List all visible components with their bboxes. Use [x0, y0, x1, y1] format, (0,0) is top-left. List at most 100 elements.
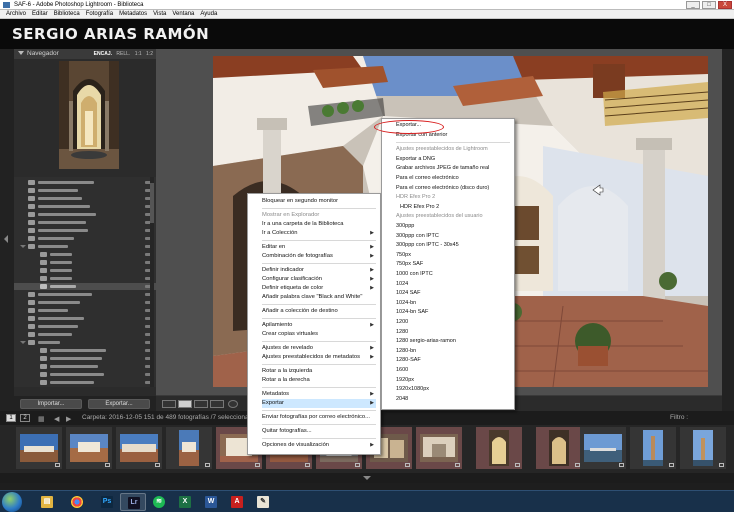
maximize-button[interactable]: □	[702, 1, 716, 9]
folder-row[interactable]	[14, 219, 156, 226]
context-menu-item[interactable]: Añadir a colección de destino	[262, 307, 376, 316]
context-menu-item[interactable]: Quitar fotografías...	[262, 427, 376, 436]
menu-editar[interactable]: Editar	[29, 10, 51, 18]
export-preset-item[interactable]: 1200	[396, 318, 510, 327]
filmstrip-thumbnail-selected[interactable]	[416, 427, 462, 469]
close-button[interactable]: X	[718, 1, 732, 9]
export-preset-item[interactable]: 1280-bn	[396, 347, 510, 356]
export-preset-item[interactable]: 1280	[396, 328, 510, 337]
expand-triangle-icon[interactable]	[18, 51, 24, 55]
folder-row[interactable]	[14, 379, 156, 386]
grid-view-button[interactable]	[162, 400, 176, 408]
identity-plate[interactable]: SERGIO ARIAS RAMÓN	[12, 25, 209, 43]
context-menu-item[interactable]: Bloquear en segundo monitor	[262, 197, 376, 206]
folder-row[interactable]	[14, 307, 156, 314]
export-preset-item[interactable]: 1024-bn	[396, 299, 510, 308]
zoom-1-1[interactable]: 1:1	[135, 51, 142, 57]
context-menu-item[interactable]: Opciones de visualización ▶	[262, 441, 376, 450]
export-preset-item[interactable]: 1920px	[396, 376, 510, 385]
context-menu-item[interactable]: Combinación de fotografías ▶	[262, 252, 376, 261]
context-menu-item[interactable]: Ajustes preestablecidos de metadatos ▶	[262, 353, 376, 362]
context-menu-item[interactable]: Ir a una carpeta de la Biblioteca	[262, 220, 376, 229]
survey-view-button[interactable]	[210, 400, 224, 408]
export-preset-item[interactable]: Exportar a DNG	[396, 155, 510, 164]
folder-row[interactable]	[14, 371, 156, 378]
folder-row[interactable]	[14, 347, 156, 354]
scrollbar-thumb[interactable]	[150, 183, 154, 223]
folders-tree[interactable]	[14, 177, 156, 387]
filmstrip-thumbnail[interactable]	[16, 427, 62, 469]
zoom-fill[interactable]: RELL.	[116, 51, 130, 57]
filmstrip-thumbnail[interactable]	[680, 427, 726, 469]
spotify-taskbar-button[interactable]: ≋	[146, 493, 172, 511]
folder-row[interactable]	[14, 179, 156, 186]
export-preset-item[interactable]: 1600	[396, 366, 510, 375]
context-menu-item[interactable]: Enviar fotografías por correo electrónic…	[262, 413, 376, 422]
left-panel-edge[interactable]	[0, 49, 14, 411]
context-menu-item[interactable]: Metadatos ▶	[262, 390, 376, 399]
folder-row[interactable]	[14, 203, 156, 210]
folder-row[interactable]	[14, 235, 156, 242]
import-button[interactable]: Importar...	[20, 399, 82, 409]
export-preset-item[interactable]: 1280-SAF	[396, 356, 510, 365]
folder-row[interactable]	[14, 227, 156, 234]
lightroom-taskbar-button[interactable]: Lr	[120, 493, 146, 511]
collapse-left-icon[interactable]	[4, 235, 8, 243]
compare-view-button[interactable]	[194, 400, 208, 408]
menu-ventana[interactable]: Ventana	[169, 10, 197, 18]
folder-row[interactable]	[14, 251, 156, 258]
folder-row-selected[interactable]	[14, 283, 156, 290]
folder-row[interactable]	[14, 243, 156, 250]
right-panel-edge[interactable]	[722, 49, 734, 411]
people-view-button[interactable]	[228, 400, 238, 408]
collapse-filmstrip-icon[interactable]	[363, 476, 371, 480]
export-preset-item[interactable]: 1920x1080px	[396, 385, 510, 394]
navigator-header[interactable]: Navegador ENCAJ. RELL. 1:1 1:2	[14, 49, 156, 59]
folder-row[interactable]	[14, 331, 156, 338]
export-preset-item[interactable]: 1024 SAF	[396, 289, 510, 298]
start-button[interactable]	[2, 492, 22, 512]
context-menu-item[interactable]: Apilamiento ▶	[262, 321, 376, 330]
filmstrip-thumbnail[interactable]	[66, 427, 112, 469]
explorer-taskbar-button[interactable]: ▤	[34, 493, 60, 511]
context-menu-item[interactable]: Exportar ▶	[262, 399, 376, 408]
folder-row[interactable]	[14, 275, 156, 282]
export-preset-item[interactable]: HDR Efex Pro 2	[400, 203, 510, 212]
folder-row[interactable]	[14, 339, 156, 346]
folders-scrollbar[interactable]	[150, 177, 154, 387]
folder-row[interactable]	[14, 195, 156, 202]
minimize-button[interactable]: _	[686, 1, 700, 9]
filmstrip-thumbnail[interactable]	[116, 427, 162, 469]
filmstrip-thumbnail-selected[interactable]	[536, 427, 582, 469]
export-button[interactable]: Exportar...	[88, 399, 150, 409]
photoshop-taskbar-button[interactable]: Ps	[94, 493, 120, 511]
export-preset-item[interactable]: 750px	[396, 251, 510, 260]
folder-row[interactable]	[14, 315, 156, 322]
export-preset-item[interactable]: 1280 sergio-arias-ramon	[396, 337, 510, 346]
folder-row[interactable]	[14, 259, 156, 266]
paint-taskbar-button[interactable]: ✎	[250, 493, 276, 511]
export-preset-item[interactable]: 1000 con IPTC	[396, 270, 510, 279]
loupe-view-button[interactable]	[178, 400, 192, 408]
export-preset-item[interactable]: 300ppp con IPTC	[396, 232, 510, 241]
export-preset-item[interactable]: 1024	[396, 280, 510, 289]
context-menu-item[interactable]: Ir a Colección ▶	[262, 229, 376, 238]
export-preset-item[interactable]: 300ppp	[396, 222, 510, 231]
context-menu-item[interactable]: Editar en ▶	[262, 243, 376, 252]
main-screen-button[interactable]: 1	[6, 414, 16, 422]
folder-row[interactable]	[14, 363, 156, 370]
navigator-preview[interactable]	[59, 61, 119, 169]
context-menu-item[interactable]: Mostrar en Explorador	[262, 211, 376, 220]
context-menu-item[interactable]: Rotar a la izquierda	[262, 367, 376, 376]
second-screen-button[interactable]: 2	[20, 414, 30, 422]
chrome-taskbar-button[interactable]	[64, 493, 90, 511]
zoom-fit[interactable]: ENCAJ.	[94, 51, 112, 57]
folder-row[interactable]	[14, 299, 156, 306]
export-preset-item[interactable]: 750px SAF	[396, 260, 510, 269]
menu-archivo[interactable]: Archivo	[3, 10, 29, 18]
menu-metadatos[interactable]: Metadatos	[116, 10, 150, 18]
filmstrip-bottom-edge[interactable]	[0, 473, 734, 483]
acrobat-taskbar-button[interactable]: A	[224, 493, 250, 511]
export-preset-item[interactable]: 1024-bn SAF	[396, 308, 510, 317]
menu-vista[interactable]: Vista	[150, 10, 169, 18]
